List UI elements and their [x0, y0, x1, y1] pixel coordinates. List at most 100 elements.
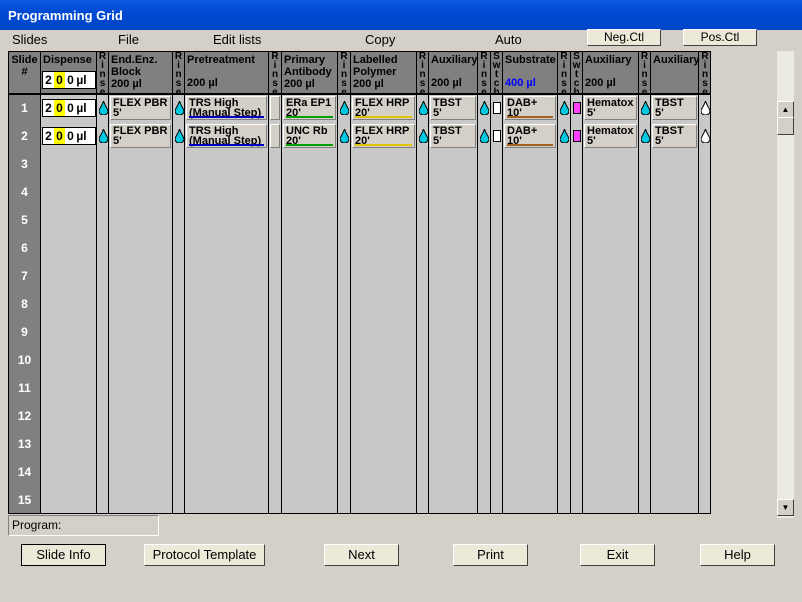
- grid-cell[interactable]: [491, 487, 503, 513]
- grid-cell[interactable]: [282, 207, 338, 235]
- grid-cell[interactable]: [97, 431, 109, 459]
- grid-cell[interactable]: [41, 459, 97, 487]
- grid-cell[interactable]: [97, 347, 109, 375]
- grid-cell[interactable]: [583, 403, 639, 431]
- grid-cell[interactable]: [491, 235, 503, 263]
- grid-cell[interactable]: [558, 291, 571, 319]
- grid-cell[interactable]: [109, 319, 173, 347]
- dispense-input[interactable]: 2 0 0 µl: [42, 99, 96, 117]
- grid-cell[interactable]: [558, 319, 571, 347]
- grid-cell[interactable]: [41, 319, 97, 347]
- grid-cell[interactable]: [173, 319, 185, 347]
- grid-cell[interactable]: [429, 235, 478, 263]
- grid-cell[interactable]: [651, 403, 699, 431]
- grid-cell[interactable]: [338, 95, 351, 123]
- grid-cell[interactable]: [503, 263, 558, 291]
- grid-cell[interactable]: [503, 319, 558, 347]
- grid-cell[interactable]: [699, 487, 710, 513]
- grid-cell[interactable]: [269, 95, 282, 123]
- menu-file[interactable]: File: [118, 32, 139, 47]
- grid-cell[interactable]: [583, 235, 639, 263]
- grid-cell[interactable]: [571, 459, 583, 487]
- menu-slides[interactable]: Slides: [12, 32, 47, 47]
- grid-cell[interactable]: [651, 375, 699, 403]
- grid-cell[interactable]: [41, 179, 97, 207]
- grid-cell[interactable]: TBST 5': [429, 123, 478, 151]
- grid-cell[interactable]: [185, 459, 269, 487]
- grid-cell[interactable]: [417, 179, 429, 207]
- grid-cell[interactable]: [651, 263, 699, 291]
- grid-cell[interactable]: [478, 151, 491, 179]
- grid-cell[interactable]: [491, 375, 503, 403]
- grid-cell[interactable]: [571, 403, 583, 431]
- grid-cell[interactable]: [558, 459, 571, 487]
- menu-copy[interactable]: Copy: [365, 32, 395, 47]
- grid-cell[interactable]: [558, 179, 571, 207]
- grid-cell[interactable]: [97, 291, 109, 319]
- grid-cell[interactable]: [41, 291, 97, 319]
- grid-cell[interactable]: TBST 5': [651, 123, 699, 151]
- grid-cell[interactable]: [491, 95, 503, 123]
- grid-cell[interactable]: [503, 431, 558, 459]
- grid-cell[interactable]: [571, 123, 583, 151]
- grid-cell[interactable]: [185, 151, 269, 179]
- grid-cell[interactable]: [338, 375, 351, 403]
- grid-cell[interactable]: [41, 263, 97, 291]
- grid-cell[interactable]: [417, 123, 429, 151]
- grid-cell[interactable]: DAB+ 10': [503, 95, 558, 123]
- grid-cell[interactable]: [491, 403, 503, 431]
- grid-cell[interactable]: [97, 123, 109, 151]
- grid-cell[interactable]: [109, 487, 173, 513]
- grid-cell[interactable]: [558, 235, 571, 263]
- grid-cell[interactable]: [97, 95, 109, 123]
- grid-cell[interactable]: [109, 151, 173, 179]
- grid-cell[interactable]: [282, 403, 338, 431]
- grid-cell[interactable]: [417, 151, 429, 179]
- grid-cell[interactable]: [109, 291, 173, 319]
- grid-cell[interactable]: [109, 235, 173, 263]
- grid-cell[interactable]: [185, 375, 269, 403]
- grid-cell[interactable]: [699, 235, 710, 263]
- grid-cell[interactable]: [558, 375, 571, 403]
- reagent-entry[interactable]: TRS High (Manual Step): [186, 96, 267, 120]
- grid-cell[interactable]: [417, 207, 429, 235]
- grid-cell[interactable]: [478, 263, 491, 291]
- grid-cell[interactable]: [429, 403, 478, 431]
- grid-cell[interactable]: [558, 95, 571, 123]
- grid-cell[interactable]: FLEX PBR 5': [109, 123, 173, 151]
- grid-cell[interactable]: [351, 487, 417, 513]
- grid-cell[interactable]: [282, 431, 338, 459]
- grid-cell[interactable]: [639, 347, 651, 375]
- grid-cell[interactable]: [351, 459, 417, 487]
- grid-cell[interactable]: [351, 403, 417, 431]
- grid-cell[interactable]: [571, 263, 583, 291]
- grid-cell[interactable]: [429, 263, 478, 291]
- grid-cell[interactable]: [338, 319, 351, 347]
- row-number[interactable]: 10: [9, 347, 41, 375]
- grid-cell[interactable]: [639, 319, 651, 347]
- grid-cell[interactable]: [583, 459, 639, 487]
- grid-cell[interactable]: [338, 123, 351, 151]
- dispense-all-input[interactable]: 2 0 0 µl: [42, 71, 96, 89]
- dispense-input[interactable]: 2 0 0 µl: [42, 127, 96, 145]
- grid-cell[interactable]: [269, 151, 282, 179]
- grid-cell[interactable]: [41, 375, 97, 403]
- grid-cell[interactable]: [173, 347, 185, 375]
- grid-cell[interactable]: [571, 487, 583, 513]
- grid-cell[interactable]: [417, 319, 429, 347]
- grid-cell[interactable]: [41, 431, 97, 459]
- grid-cell[interactable]: [478, 319, 491, 347]
- grid-cell[interactable]: [478, 375, 491, 403]
- grid-cell[interactable]: [97, 235, 109, 263]
- grid-cell[interactable]: [699, 319, 710, 347]
- grid-cell[interactable]: [583, 291, 639, 319]
- grid-cell[interactable]: TBST 5': [651, 95, 699, 123]
- grid-cell[interactable]: [651, 179, 699, 207]
- row-number[interactable]: 9: [9, 319, 41, 347]
- reagent-entry[interactable]: DAB+ 10': [504, 124, 556, 148]
- grid-cell[interactable]: [173, 403, 185, 431]
- grid-cell[interactable]: [41, 235, 97, 263]
- grid-cell[interactable]: [651, 235, 699, 263]
- grid-cell[interactable]: [491, 151, 503, 179]
- grid-cell[interactable]: [282, 151, 338, 179]
